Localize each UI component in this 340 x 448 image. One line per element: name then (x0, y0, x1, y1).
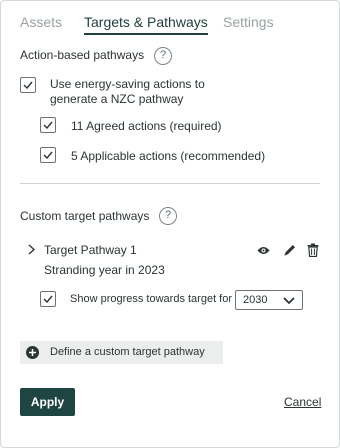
custom-pathways-title: Custom target pathways (20, 209, 150, 223)
eye-icon[interactable] (257, 246, 270, 255)
show-progress-checkbox[interactable] (40, 291, 56, 307)
question-icon[interactable]: ? (159, 207, 177, 225)
check-icon (43, 121, 53, 129)
cancel-link[interactable]: Cancel (284, 395, 321, 409)
trash-icon[interactable] (307, 243, 319, 257)
apply-button[interactable]: Apply (20, 388, 75, 416)
agreed-actions-checkbox[interactable] (40, 117, 56, 133)
show-progress-label: Show progress towards target for (70, 293, 233, 305)
applicable-actions-label: 5 Applicable actions (recommended) (71, 149, 266, 163)
tab-settings[interactable]: Settings (223, 14, 274, 30)
pathways-panel: Assets Targets & Pathways Settings Actio… (0, 0, 340, 448)
target-year-select[interactable]: 2030 (235, 290, 303, 310)
chevron-down-icon (283, 297, 295, 305)
applicable-actions-checkbox[interactable] (40, 147, 56, 163)
pathway-name: Target Pathway 1 (44, 243, 137, 257)
question-icon[interactable]: ? (154, 47, 172, 65)
tab-targets-pathways-label: Targets & Pathways (84, 14, 208, 30)
use-actions-label-line2: generate a NZC pathway (50, 92, 184, 106)
target-year-value: 2030 (243, 294, 268, 306)
active-tab-underline (84, 33, 208, 35)
use-actions-label: Use energy-saving actions to generate a … (50, 77, 205, 107)
define-custom-pathway-button[interactable]: Define a custom target pathway (20, 341, 223, 364)
use-actions-checkbox[interactable] (20, 77, 36, 93)
action-pathways-title: Action-based pathways (20, 48, 145, 62)
tab-targets-pathways[interactable]: Targets & Pathways (84, 14, 208, 35)
chevron-right-icon[interactable] (28, 244, 35, 255)
stranding-year-text: Stranding year in 2023 (44, 263, 165, 277)
check-icon (43, 295, 53, 303)
check-icon (43, 151, 53, 159)
plus-circle-icon (26, 346, 39, 359)
define-custom-pathway-label: Define a custom target pathway (50, 346, 205, 358)
pencil-icon[interactable] (283, 243, 297, 257)
tab-assets[interactable]: Assets (20, 14, 62, 30)
use-actions-label-line1: Use energy-saving actions to (50, 77, 205, 91)
check-icon (23, 81, 33, 89)
agreed-actions-label: 11 Agreed actions (required) (71, 119, 222, 133)
section-divider (20, 183, 320, 184)
